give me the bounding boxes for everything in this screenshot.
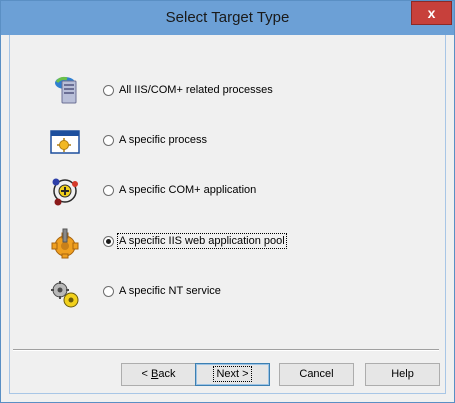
option-label: A specific COM+ application — [119, 184, 257, 196]
option-label: A specific NT service — [119, 285, 221, 297]
next-label: Next > — [213, 366, 252, 382]
close-button[interactable]: x — [411, 1, 452, 25]
back-prefix: < — [141, 368, 151, 380]
dialog-title: Select Target Type — [165, 9, 290, 26]
option-specific-process[interactable]: A specific process — [103, 131, 207, 149]
radio-nt-service[interactable] — [103, 285, 114, 297]
dialog-window: Select Target Type x All IIS/COM+ relate… — [0, 0, 455, 403]
process-window-icon — [50, 130, 80, 154]
option-label: A specific process — [119, 134, 208, 146]
option-label: All IIS/COM+ related processes — [119, 84, 273, 96]
option-com-plus-application[interactable]: A specific COM+ application — [103, 181, 256, 199]
radio-all-iis-com[interactable] — [103, 84, 114, 96]
radio-com-plus-application[interactable] — [103, 184, 114, 196]
radio-specific-process[interactable] — [103, 134, 114, 146]
gears-service-icon — [51, 281, 79, 308]
title-bar[interactable]: Select Target Type x — [1, 1, 454, 35]
option-label: A specific IIS web application pool — [117, 233, 287, 249]
option-nt-service[interactable]: A specific NT service — [103, 282, 221, 300]
com-plus-icon — [52, 178, 78, 206]
back-button[interactable]: < Back — [121, 363, 196, 386]
cancel-button[interactable]: Cancel — [279, 363, 354, 386]
radio-iis-app-pool[interactable] — [103, 235, 114, 247]
cancel-label: Cancel — [299, 368, 334, 380]
back-rest: ack — [158, 368, 176, 380]
help-button[interactable]: Help — [365, 363, 440, 386]
close-icon: x — [427, 5, 436, 21]
gear-icon — [51, 228, 79, 259]
help-label: Help — [391, 368, 414, 380]
next-button[interactable]: Next > — [195, 363, 270, 386]
button-divider — [13, 349, 439, 351]
server-icon — [55, 76, 77, 104]
option-iis-app-pool[interactable]: A specific IIS web application pool — [103, 232, 287, 250]
option-all-iis-com[interactable]: All IIS/COM+ related processes — [103, 81, 273, 99]
